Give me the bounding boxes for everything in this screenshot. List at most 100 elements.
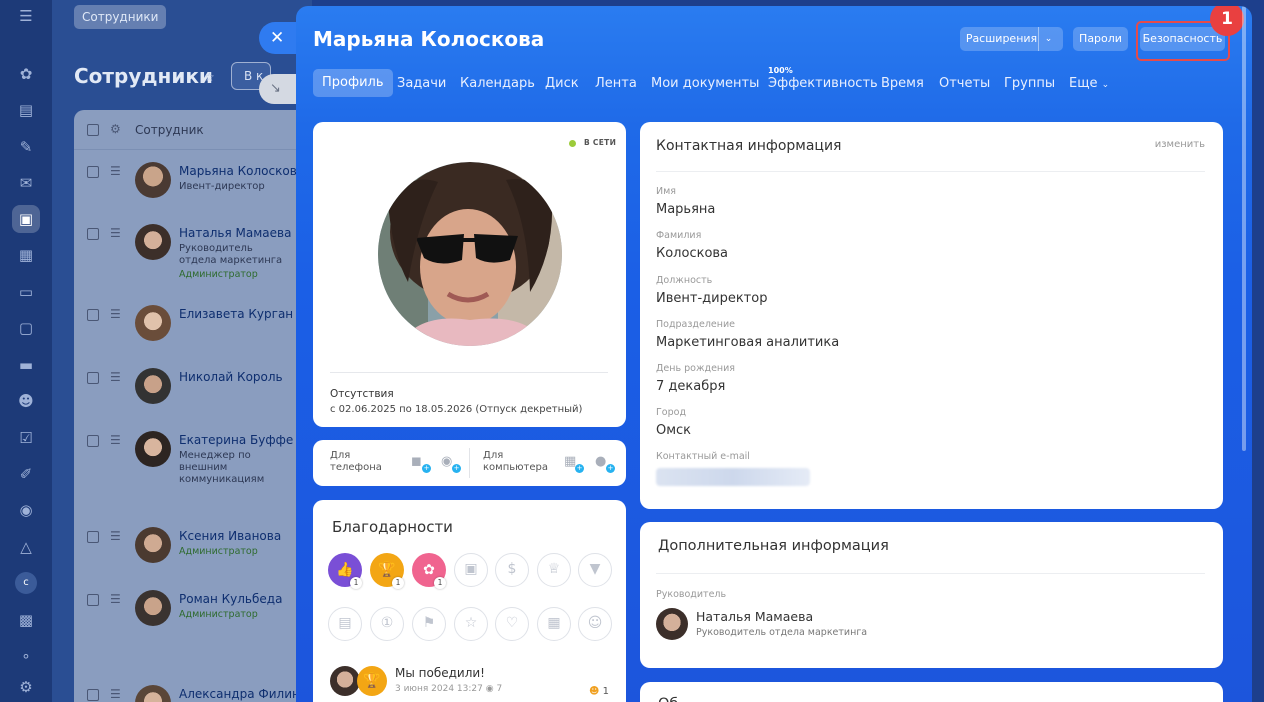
drag-handle-icon[interactable]: ☰ [110,433,121,447]
number-one-icon[interactable]: ① [370,607,404,641]
employees-icon[interactable]: ▣ [12,205,40,233]
tab-profile[interactable]: Профиль [313,69,393,97]
tab-feed[interactable]: Лента [595,76,637,91]
employee-name[interactable]: Наталья Мамаева [179,226,291,240]
rocket-icon[interactable]: ✿ [12,60,40,88]
drag-handle-icon[interactable]: ☰ [110,370,121,384]
appstore-icon[interactable]: ◉ + [441,454,461,473]
android-icon[interactable]: ◼ + [411,454,431,473]
avatar [135,305,171,341]
star-icon[interactable]: ☆ [454,607,488,641]
pin-icon[interactable]: ☆ [204,70,215,84]
minimize-icon: ↘ [270,81,281,96]
tab-more[interactable]: Еще ⌄ [1069,76,1109,91]
employee-name[interactable]: Николай Король [179,370,283,384]
employee-name[interactable]: Ксения Иванова [179,529,281,543]
additional-info-card: Дополнительная информация Руководитель Н… [640,522,1223,668]
row-checkbox[interactable] [87,594,99,606]
employee-name[interactable]: Роман Кульбеда [179,592,282,606]
chevron-down-icon[interactable]: ⌄ [1038,27,1058,51]
passwords-button[interactable]: Пароли [1073,27,1128,51]
apple-icon[interactable]: ● + [595,454,615,473]
avatar [135,162,171,198]
row-checkbox[interactable] [87,166,99,178]
row-checkbox[interactable] [87,372,99,384]
thanks-post-title[interactable]: Мы победили! [395,666,485,680]
tab-efficiency[interactable]: Эффективность [768,76,878,91]
cocktail-icon[interactable]: ▼ [578,553,612,587]
windows-icon[interactable]: ▦ + [564,454,584,473]
flower-icon[interactable]: ✿ 1 [412,553,446,589]
avatar [135,685,171,702]
minimize-slider-button[interactable]: ↘ [259,74,297,104]
row-checkbox[interactable] [87,309,99,321]
drag-handle-icon[interactable]: ☰ [110,592,121,606]
chart-icon[interactable]: ▦ [537,607,571,641]
select-all-checkbox[interactable] [87,124,99,136]
menu-icon[interactable]: ☰ [12,2,40,30]
email-value-blurred[interactable] [656,468,810,486]
file-icon[interactable]: ▭ [12,278,40,306]
money-icon[interactable]: $ [495,553,529,587]
people-icon[interactable]: ☻ [12,387,40,415]
edit-doc-icon[interactable]: ✎ [12,133,40,161]
document-icon[interactable]: ▤ [12,96,40,124]
settings-icon[interactable]: ⚙ [12,673,40,701]
employee-name[interactable]: Елизавета Курган [179,307,293,321]
drag-handle-icon[interactable]: ☰ [110,529,121,543]
cake-icon[interactable]: ▤ [328,607,362,641]
chat-icon[interactable]: ▢ [12,314,40,342]
admin-badge: Администратор [179,609,258,620]
extensions-button[interactable]: Расширения ⌄ [960,27,1063,51]
tab-reports[interactable]: Отчеты [939,76,990,91]
tab-calendar[interactable]: Календарь [460,76,535,91]
drag-handle-icon[interactable]: ☰ [110,687,121,701]
tab-groups[interactable]: Группы [1004,76,1055,91]
employee-name[interactable]: Александра Филина [179,687,307,701]
company-icon[interactable]: c [12,569,40,597]
smile-icon[interactable]: ☺ [578,607,612,641]
profile-photo[interactable] [378,162,562,346]
tab-my-documents[interactable]: Мои документы [651,76,759,91]
online-indicator [569,140,576,147]
row-checkbox[interactable] [87,689,99,701]
flag-icon[interactable]: ⚑ [412,607,446,641]
pen-icon[interactable]: ✐ [12,460,40,488]
row-checkbox[interactable] [87,531,99,543]
drag-handle-icon[interactable]: ☰ [110,226,121,240]
employee-name[interactable]: Екатерина Буффе [179,433,293,447]
employee-name[interactable]: Марьяна Колоскова [179,164,304,178]
trophy-icon[interactable]: 🏆 1 [370,553,404,589]
card-icon[interactable]: ▬ [12,351,40,379]
manager-name[interactable]: Наталья Мамаева [696,609,813,624]
tab-time[interactable]: Время [881,76,924,91]
code-icon[interactable]: ∘ [12,642,40,670]
tab-tasks[interactable]: Задачи [397,76,446,91]
close-slider-button[interactable]: ✕ [259,22,297,54]
scrollbar[interactable] [1242,6,1246,451]
calendar-icon[interactable]: ▦ [12,241,40,269]
row-checkbox[interactable] [87,435,99,447]
robot-icon[interactable]: ◉ [12,496,40,524]
tab-disk[interactable]: Диск [545,76,579,91]
first-name-value: Марьяна [656,202,716,217]
list-header: ⚙ Сотрудник [74,110,314,150]
box-icon[interactable]: △ [12,533,40,561]
drag-handle-icon[interactable]: ☰ [110,164,121,178]
window-icon[interactable]: ▩ [12,606,40,634]
like-icon[interactable]: 👍 1 [328,553,362,589]
heart-icon[interactable]: ♡ [495,607,529,641]
gear-icon[interactable]: ⚙ [110,122,121,136]
row-checkbox[interactable] [87,228,99,240]
mail-icon[interactable]: ✉ [12,169,40,197]
edit-link[interactable]: изменить [1155,139,1205,150]
reaction-counter[interactable]: ☻ 1 [589,686,609,697]
left-rail: ☰ ✿ ▤ ✎ ✉ ▣ ▦ ▭ ▢ ▬ ☻ ☑ ✐ ◉ △ c ▩ ∘ ⚙ [0,0,52,702]
checkbox-icon[interactable]: ☑ [12,424,40,452]
drag-handle-icon[interactable]: ☰ [110,307,121,321]
avatar[interactable] [656,608,688,640]
admin-badge: Администратор [179,546,258,557]
crown-icon[interactable]: ♕ [537,553,571,587]
gift-icon[interactable]: ▣ [454,553,488,587]
breadcrumb[interactable]: Сотрудники [74,5,167,29]
